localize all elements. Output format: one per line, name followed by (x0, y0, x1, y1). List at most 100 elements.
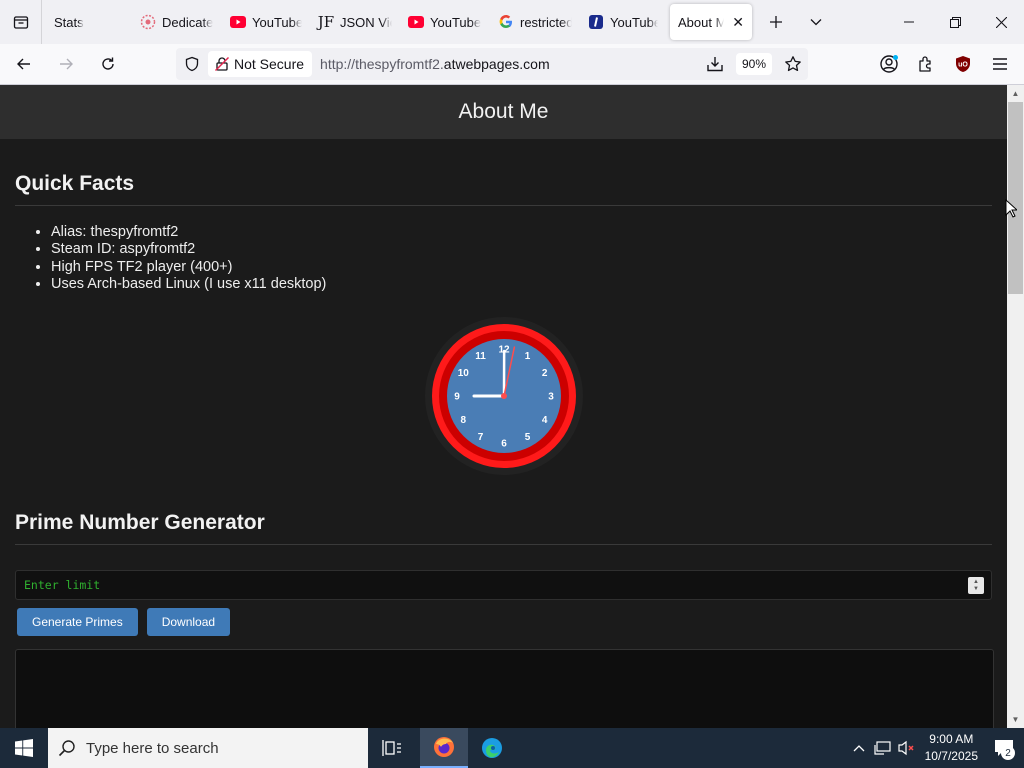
tab-youtube-3[interactable]: YouTube (580, 4, 666, 40)
fact-item: High FPS TF2 player (400+) (51, 259, 992, 276)
taskbar-time: 9:00 AM (929, 732, 974, 746)
forward-arrow-icon (60, 58, 73, 70)
task-view-button[interactable] (368, 728, 416, 768)
ublock-origin-icon[interactable]: uO (944, 48, 981, 80)
tab-stats[interactable]: Stats (42, 4, 132, 40)
tab-label: YouTube (430, 14, 482, 30)
account-icon[interactable] (870, 48, 907, 80)
save-page-icon[interactable] (700, 55, 730, 73)
restore-icon (949, 16, 961, 28)
tab-about-me[interactable]: About Me ✕ (670, 4, 752, 40)
bookmark-star-icon[interactable] (778, 55, 808, 73)
mouse-cursor-icon (1005, 199, 1017, 218)
volume-muted-icon[interactable] (895, 728, 919, 768)
tab-label: JSON Vie (340, 14, 392, 30)
chevron-down-icon (810, 19, 822, 26)
scroll-thumb[interactable] (1008, 102, 1023, 294)
close-tab-icon[interactable]: ✕ (732, 14, 744, 31)
zoom-level-badge[interactable]: 90% (735, 53, 772, 75)
task-view-icon (382, 740, 401, 756)
clock-number: 4 (541, 415, 547, 426)
url-bar[interactable]: Not Secure http://thespyfromtf2.atwebpag… (176, 48, 808, 80)
clock-number: 8 (460, 415, 466, 426)
quick-facts-heading: Quick Facts (15, 139, 992, 206)
reload-button[interactable] (90, 48, 126, 80)
scroll-up-icon[interactable]: ▲ (1007, 85, 1024, 102)
download-button[interactable]: Download (146, 608, 231, 637)
clock-number: 10 (457, 368, 469, 379)
taskbar-search[interactable]: Type here to search (48, 728, 368, 768)
restore-button[interactable] (932, 0, 978, 44)
url-text[interactable]: http://thespyfromtf2.atwebpages.com (320, 56, 550, 72)
windows-logo-icon (15, 739, 33, 757)
fact-item: Uses Arch-based Linux (I use x11 desktop… (51, 276, 992, 293)
tab-label: Dedicate (162, 14, 214, 30)
page-scrollbar[interactable]: ▲ ▼ (1007, 85, 1024, 728)
youtube-icon (230, 14, 246, 30)
clock-center-pin (500, 392, 507, 399)
analog-clock-container: 121234567891011 (15, 303, 992, 488)
primes-output-area[interactable] (15, 649, 994, 728)
taskbar-clock[interactable]: 9:00 AM 10/7/2025 (925, 731, 978, 765)
scroll-down-icon[interactable]: ▼ (1007, 711, 1024, 728)
prime-button-row: Generate Primes Download (15, 608, 992, 637)
url-bar-actions: 90% (700, 48, 808, 80)
google-icon (498, 14, 514, 30)
window-controls (886, 0, 1024, 44)
notification-center-button[interactable]: 2 (984, 728, 1024, 768)
fact-item: Steam ID: aspyfromtf2 (51, 241, 992, 258)
navigation-bar: Not Secure http://thespyfromtf2.atwebpag… (0, 44, 1024, 85)
tab-youtube-2[interactable]: YouTube (400, 4, 490, 40)
forward-button[interactable] (48, 48, 84, 80)
windows-taskbar: Type here to search 9:00 AM 10/7/2025 2 (0, 728, 1024, 768)
toolbar-right: uO (870, 48, 1018, 80)
hamburger-menu-icon[interactable] (981, 48, 1018, 80)
taskbar-date: 10/7/2025 (924, 749, 978, 763)
tab-dedicated[interactable]: Dedicate (132, 4, 222, 40)
firefox-view-button[interactable] (0, 0, 42, 44)
minimize-button[interactable] (886, 0, 932, 44)
search-icon (48, 739, 86, 757)
search-placeholder: Type here to search (86, 739, 219, 757)
list-all-tabs-button[interactable] (796, 0, 836, 44)
clock-number: 1 (524, 350, 530, 361)
clock-number: 3 (548, 391, 554, 402)
close-window-button[interactable] (978, 0, 1024, 44)
analog-clock: 121234567891011 (424, 316, 583, 475)
limit-input-wrapper: ▲ ▼ (15, 570, 992, 601)
tab-restricted[interactable]: restricted (490, 4, 580, 40)
site-security-button[interactable]: Not Secure (208, 51, 313, 77)
tracking-protection-icon[interactable] (176, 56, 208, 72)
spinner-up-icon[interactable]: ▲ (973, 579, 979, 586)
clock-number: 7 (477, 432, 483, 443)
back-button[interactable] (6, 48, 42, 80)
tab-json-viewer[interactable]: JF JSON Vie (310, 4, 400, 40)
clock-number: 2 (541, 368, 547, 379)
taskbar-firefox[interactable] (420, 728, 468, 768)
reload-icon (102, 57, 114, 70)
tab-strip: Stats Dedicate YouTube JF JSON Vie YouTu… (0, 0, 1024, 44)
show-hidden-icons-icon[interactable] (847, 728, 871, 768)
network-icon[interactable] (871, 728, 895, 768)
quick-facts-list: Alias: thespyfromtf2 Steam ID: aspyfromt… (51, 224, 992, 293)
taskbar-edge[interactable] (468, 728, 516, 768)
plus-icon (770, 16, 782, 28)
tab-label: About Me (678, 14, 725, 30)
number-spinner[interactable]: ▲ ▼ (968, 577, 984, 595)
url-host: atwebpages.com (443, 56, 550, 72)
spinner-down-icon[interactable]: ▼ (973, 586, 979, 593)
extensions-icon[interactable] (907, 48, 944, 80)
fact-item: Alias: thespyfromtf2 (51, 224, 992, 241)
page-header: About Me (0, 85, 1007, 139)
firefox-view-icon (13, 16, 28, 29)
start-button[interactable] (0, 728, 48, 768)
security-label: Not Secure (234, 56, 305, 72)
limit-input[interactable] (16, 571, 956, 600)
tab-label: restricted (520, 14, 572, 30)
generate-primes-button[interactable]: Generate Primes (17, 608, 138, 637)
new-tab-button[interactable] (756, 0, 796, 44)
tab-label: Stats (54, 14, 84, 30)
json-icon: JF (317, 13, 335, 31)
system-tray: 9:00 AM 10/7/2025 2 (847, 728, 1024, 768)
tab-youtube-1[interactable]: YouTube (222, 4, 310, 40)
